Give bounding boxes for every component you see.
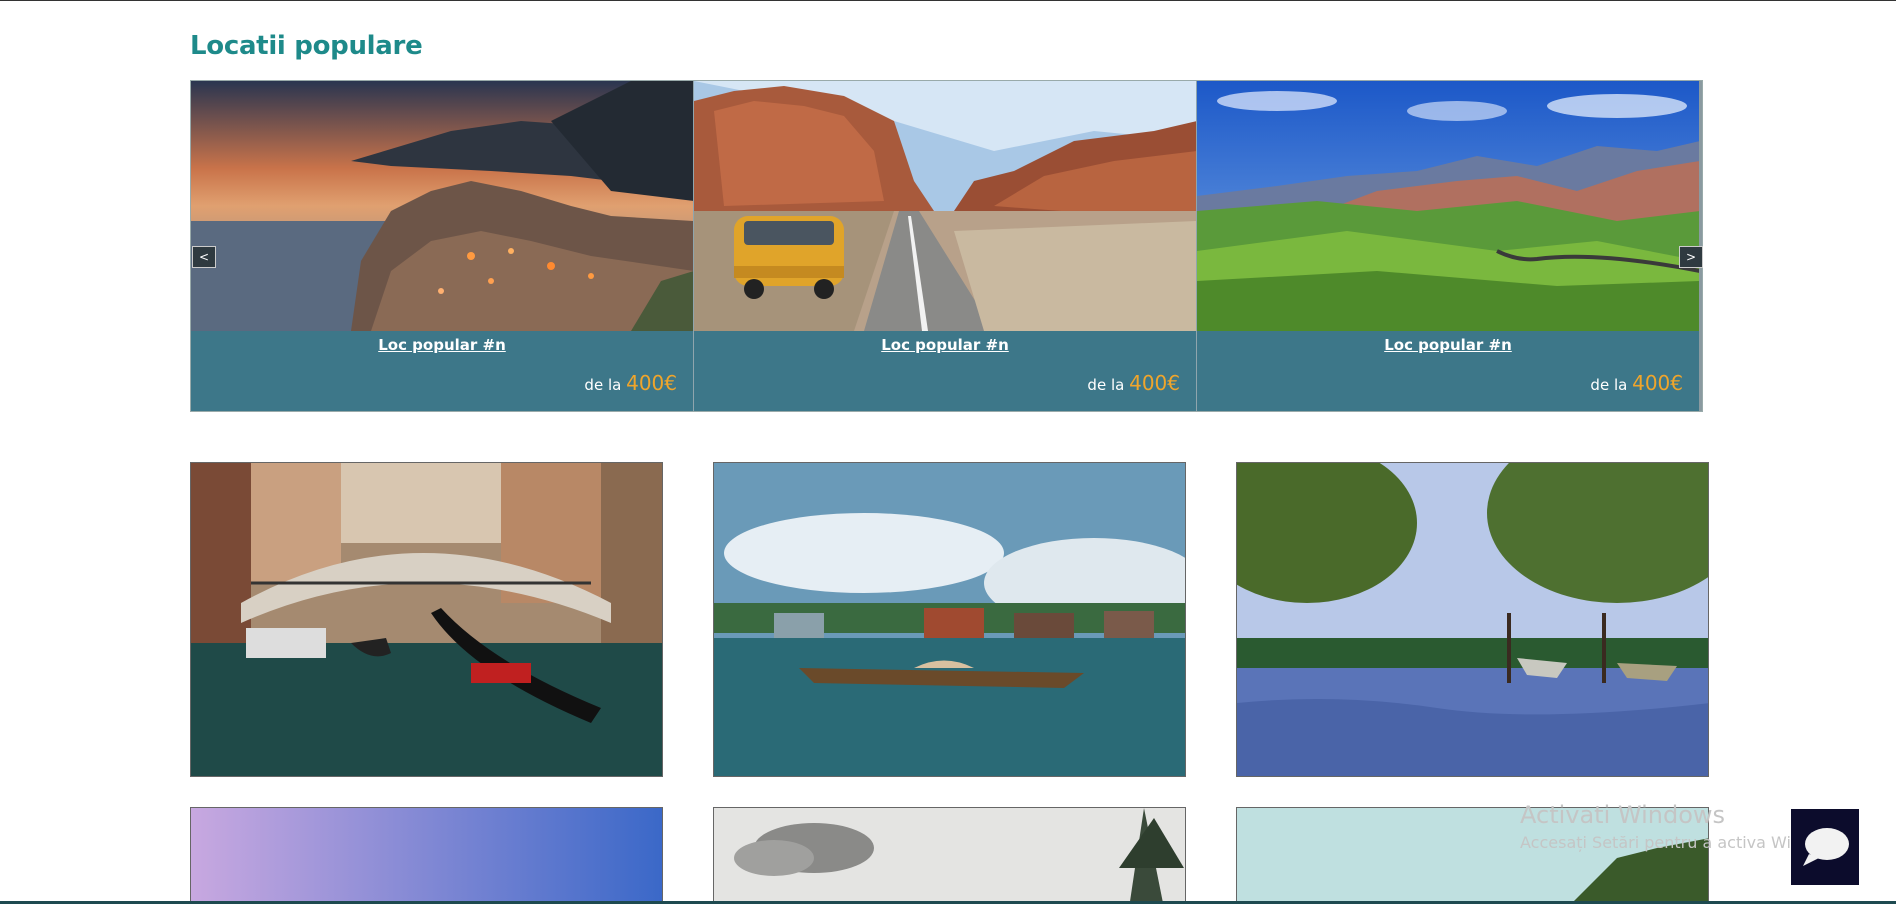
- card-image-desert-road[interactable]: [694, 81, 1196, 331]
- card-title-link[interactable]: Loc popular #n: [1384, 336, 1512, 354]
- card-info: Loc popular #n de la 400€: [1197, 331, 1699, 411]
- windows-activation-title: Activati Windows: [1520, 801, 1726, 829]
- card-price: de la 400€: [584, 371, 677, 395]
- carousel-card[interactable]: Loc popular #n de la 400€: [191, 81, 694, 411]
- card-info: Loc popular #n de la 400€: [694, 331, 1196, 411]
- price-value: 400€: [1632, 371, 1683, 395]
- grid-tile-cloudy-sky[interactable]: [713, 807, 1186, 904]
- carousel-card[interactable]: Loc popular #n de la 400€: [694, 81, 1197, 411]
- chat-bubble-icon: [1803, 828, 1849, 866]
- price-value: 400€: [1129, 371, 1180, 395]
- card-image-coastal-village[interactable]: [191, 81, 693, 331]
- grid-tile-flooded-lake[interactable]: [1236, 462, 1709, 777]
- price-value: 400€: [626, 371, 677, 395]
- popular-carousel: Loc popular #n de la 400€ Loc popular #n…: [190, 80, 1703, 412]
- section-title: Locatii populare: [190, 31, 423, 61]
- grid-tile-venice[interactable]: [190, 462, 663, 777]
- card-info: Loc popular #n de la 400€: [191, 331, 693, 411]
- carousel-next-button[interactable]: >: [1679, 246, 1703, 268]
- card-title-link[interactable]: Loc popular #n: [881, 336, 1009, 354]
- card-image-green-valley[interactable]: [1197, 81, 1699, 331]
- card-price: de la 400€: [1087, 371, 1180, 395]
- grid-tile-lake-village[interactable]: [713, 462, 1186, 777]
- card-price: de la 400€: [1590, 371, 1683, 395]
- carousel-prev-button[interactable]: <: [192, 246, 216, 268]
- price-prefix: de la: [1087, 376, 1125, 394]
- page: Locatii populare Loc popular #n de la 40…: [0, 0, 1896, 904]
- grid-tile-purple-sky[interactable]: [190, 807, 663, 904]
- price-prefix: de la: [1590, 376, 1628, 394]
- carousel-card[interactable]: Loc popular #n de la 400€: [1197, 81, 1702, 411]
- card-title-link[interactable]: Loc popular #n: [378, 336, 506, 354]
- chat-button[interactable]: [1791, 809, 1859, 885]
- price-prefix: de la: [584, 376, 622, 394]
